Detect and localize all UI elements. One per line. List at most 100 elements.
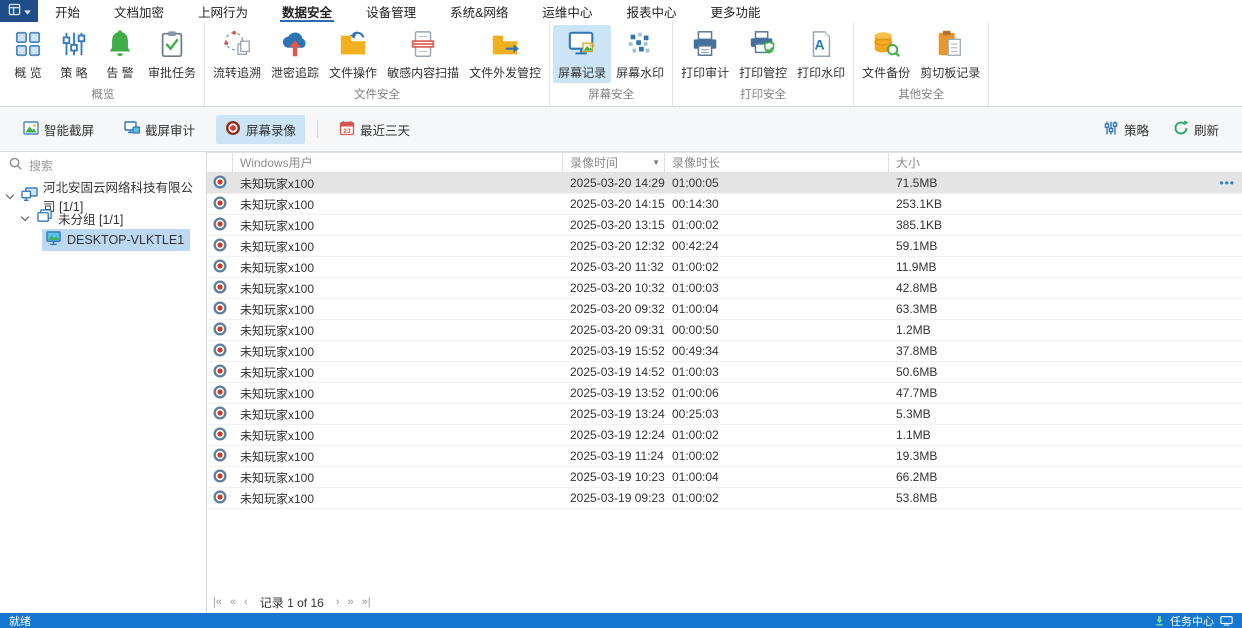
row-time: 2025-03-20 13:15:14 (563, 215, 665, 235)
file-backup-button[interactable]: 文件备份 (857, 25, 915, 83)
tab-report-center[interactable]: 报表中心 (609, 0, 693, 22)
table-row[interactable]: 未知玩家x100 2025-03-19 11:24:00 01:00:02 19… (207, 446, 1242, 467)
tab-more-features[interactable]: 更多功能 (693, 0, 777, 22)
smart-capture-label: 智能截屏 (44, 120, 94, 139)
row-user: 未知玩家x100 (233, 299, 563, 319)
table-row[interactable]: 未知玩家x100 2025-03-20 13:15:14 01:00:02 38… (207, 215, 1242, 236)
secondary-toolbar: 智能截屏 截屏审计 屏幕录像 23 最近三天 策略 刷新 (0, 107, 1242, 152)
table-row[interactable]: 未知玩家x100 2025-03-19 14:52:24 01:00:03 50… (207, 362, 1242, 383)
tab-system-network[interactable]: 系统&网络 (433, 0, 525, 22)
page-prev-button[interactable]: ‹ (240, 596, 252, 608)
row-duration: 00:49:34 (665, 341, 889, 361)
print-control-button[interactable]: 打印管控 (734, 25, 792, 83)
tree-item-company[interactable]: 河北安固云网络科技有限公司 [1/1] (0, 185, 206, 207)
leak-track-button[interactable]: 泄密追踪 (266, 25, 324, 83)
app-menu-button[interactable] (0, 0, 38, 22)
table-row[interactable]: 未知玩家x100 2025-03-20 10:32:07 01:00:03 42… (207, 278, 1242, 299)
header-size[interactable]: 大小 (889, 153, 1242, 172)
header-duration[interactable]: 录像时长 (665, 153, 889, 172)
refresh-button[interactable]: 刷新 (1164, 115, 1228, 144)
tab-data-security[interactable]: 数据安全 (265, 0, 349, 22)
tab-ops-center[interactable]: 运维中心 (525, 0, 609, 22)
tab-start[interactable]: 开始 (38, 0, 97, 22)
row-size: 11.9MB (889, 257, 1242, 277)
print-watermark-button[interactable]: A 打印水印 (792, 25, 850, 83)
screen-recording-button[interactable]: 屏幕录像 (216, 115, 305, 144)
file-operation-button[interactable]: 文件操作 (324, 25, 382, 83)
page-last-button[interactable]: »| (358, 596, 375, 608)
row-duration: 01:00:06 (665, 383, 889, 403)
table-row[interactable]: 未知玩家x100 2025-03-20 09:31:12 00:00:50 1.… (207, 320, 1242, 341)
recording-icon (213, 406, 227, 423)
ribbon-group-label-print-security: 打印安全 (676, 85, 850, 106)
sort-desc-icon[interactable]: ▼ (652, 158, 660, 167)
flow-trace-button[interactable]: 流转追溯 (208, 25, 266, 83)
table-row[interactable]: 未知玩家x100 2025-03-19 15:52:27 00:49:34 37… (207, 341, 1242, 362)
file-outgoing-button[interactable]: 文件外发管控 (464, 25, 546, 83)
table-row[interactable]: 未知玩家x100 2025-03-19 09:23:53 01:00:02 53… (207, 488, 1242, 509)
tab-doc-encrypt[interactable]: 文档加密 (97, 0, 181, 22)
table-row[interactable]: 未知玩家x100 2025-03-19 13:52:17 01:00:06 47… (207, 383, 1242, 404)
policy-button[interactable]: 策 略 (51, 25, 97, 83)
table-row[interactable]: 未知玩家x100 2025-03-20 14:15:16 00:14:30 25… (207, 194, 1242, 215)
flow-trace-label: 流转追溯 (213, 64, 261, 81)
capture-audit-button[interactable]: 截屏审计 (115, 115, 204, 144)
print-audit-button[interactable]: 打印审计 (676, 25, 734, 83)
monitor-photo-icon (567, 29, 597, 62)
row-duration: 00:14:30 (665, 194, 889, 214)
table-row[interactable]: 未知玩家x100 2025-03-19 10:23:56 01:00:04 66… (207, 467, 1242, 488)
chevron-expanded-icon (6, 191, 14, 199)
ribbon-group-overview: 概 览 策 略 告 警 审批任务 概览 (2, 22, 205, 106)
printer-icon (690, 29, 720, 62)
recording-icon (213, 175, 227, 192)
row-user: 未知玩家x100 (233, 257, 563, 277)
row-duration: 01:00:02 (665, 215, 889, 235)
row-size: 253.1KB (889, 194, 1242, 214)
clipboard-record-button[interactable]: 剪切板记录 (915, 25, 985, 83)
row-time: 2025-03-20 09:31:12 (563, 320, 665, 340)
recent-three-days-button[interactable]: 23 最近三天 (330, 115, 419, 144)
print-audit-label: 打印审计 (681, 64, 729, 81)
print-control-label: 打印管控 (739, 64, 787, 81)
row-user: 未知玩家x100 (233, 467, 563, 487)
policy-label: 策 略 (60, 64, 87, 81)
smart-capture-button[interactable]: 智能截屏 (14, 115, 103, 144)
printer-shield-icon (748, 29, 778, 62)
page-next-button[interactable]: › (332, 596, 344, 608)
tab-device-manage[interactable]: 设备管理 (349, 0, 433, 22)
search-input[interactable] (29, 159, 197, 173)
table-row[interactable]: 未知玩家x100 2025-03-19 12:24:03 01:00:02 1.… (207, 425, 1242, 446)
row-more-button[interactable]: ••• (1219, 176, 1235, 190)
alert-button[interactable]: 告 警 (97, 25, 143, 83)
table-row[interactable]: 未知玩家x100 2025-03-20 12:32:13 00:42:24 59… (207, 236, 1242, 257)
row-user: 未知玩家x100 (233, 278, 563, 298)
approval-tasks-button[interactable]: 审批任务 (143, 25, 201, 83)
device-monitor-icon[interactable] (1220, 616, 1233, 626)
header-windows-user[interactable]: Windows用户 (233, 153, 563, 172)
row-time: 2025-03-20 12:32:13 (563, 236, 665, 256)
table-row[interactable]: 未知玩家x100 2025-03-20 11:32:11 01:00:02 11… (207, 257, 1242, 278)
approval-tasks-label: 审批任务 (148, 64, 196, 81)
sensitive-scan-button[interactable]: 敏感内容扫描 (382, 25, 464, 83)
task-center-button[interactable]: 任务中心 (1170, 613, 1214, 628)
search-icon (9, 157, 22, 175)
recording-table: Windows用户 录像时间 ▼ 录像时长 大小 未知玩家x100 2025-0… (207, 152, 1242, 613)
policy-toolbar-button[interactable]: 策略 (1094, 115, 1158, 144)
tree-item-computer[interactable]: DESKTOP-VLKTLE1 (0, 229, 206, 251)
screen-watermark-button[interactable]: 屏幕水印 (611, 25, 669, 83)
tab-web-behavior[interactable]: 上网行为 (181, 0, 265, 22)
page-rewind-button[interactable]: « (226, 596, 240, 608)
table-row[interactable]: 未知玩家x100 2025-03-20 09:32:03 01:00:04 63… (207, 299, 1242, 320)
table-row[interactable]: 未知玩家x100 2025-03-19 13:24:05 00:25:03 5.… (207, 404, 1242, 425)
recording-icon (213, 238, 227, 255)
clipboard-doc-icon (935, 29, 965, 62)
group-windows-icon (36, 209, 53, 227)
row-time: 2025-03-19 14:52:24 (563, 362, 665, 382)
table-row[interactable]: 未知玩家x100 2025-03-20 14:29:59 01:00:05 71… (207, 173, 1242, 194)
capture-audit-label: 截屏审计 (145, 120, 195, 139)
page-first-button[interactable]: |« (209, 596, 226, 608)
overview-button[interactable]: 概 览 (5, 25, 51, 83)
page-forward-button[interactable]: » (344, 596, 358, 608)
screen-record-button[interactable]: 屏幕记录 (553, 25, 611, 83)
header-record-time[interactable]: 录像时间 ▼ (563, 153, 665, 172)
